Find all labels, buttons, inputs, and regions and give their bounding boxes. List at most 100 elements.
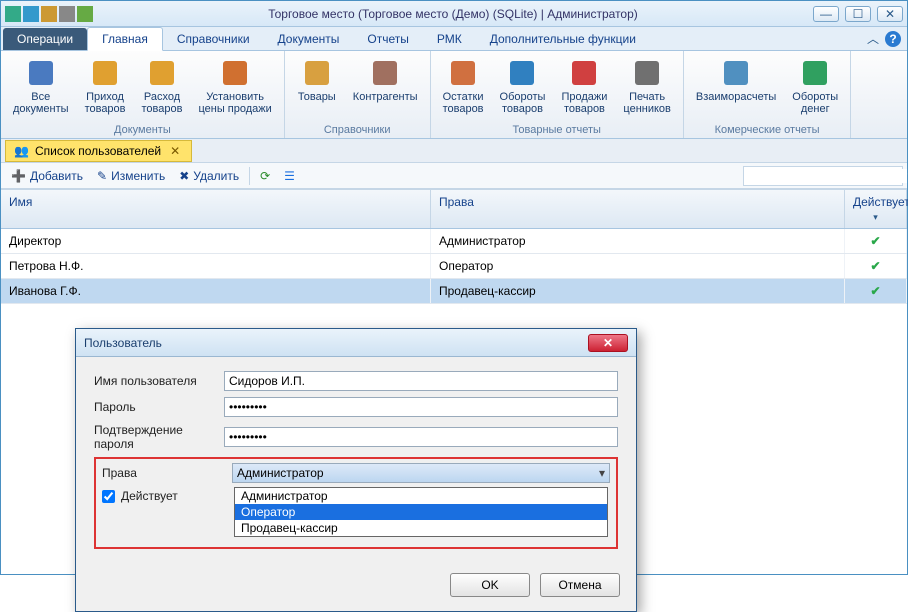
dialog-titlebar: Пользователь ✕ bbox=[76, 329, 636, 357]
help-icon[interactable]: ? bbox=[885, 31, 901, 47]
add-label: Добавить bbox=[30, 169, 83, 183]
refresh-button[interactable]: ⟳ bbox=[254, 167, 276, 185]
ribbon-rests[interactable]: Остаткитоваров bbox=[437, 55, 490, 123]
app-icon-5[interactable] bbox=[77, 6, 93, 22]
ribbon-all-docs[interactable]: Вседокументы bbox=[7, 55, 75, 123]
cell-name: Иванова Г.Ф. bbox=[1, 279, 431, 303]
rights-option[interactable]: Продавец-кассир bbox=[235, 520, 607, 536]
ribbon-outcome[interactable]: Расходтоваров bbox=[136, 55, 189, 123]
ribbon-income[interactable]: Приходтоваров bbox=[79, 55, 132, 123]
rights-combobox[interactable]: Администратор bbox=[232, 463, 610, 483]
cell-rights: Оператор bbox=[431, 254, 845, 278]
ribbon-settlements[interactable]: Взаиморасчеты bbox=[690, 55, 782, 123]
price-print-icon bbox=[631, 57, 663, 89]
ribbon-label: Товары bbox=[298, 91, 336, 103]
app-icon-3[interactable] bbox=[41, 6, 57, 22]
menu-tab-main[interactable]: Главная bbox=[87, 27, 163, 51]
ribbon-label: Оборотыденег bbox=[792, 91, 838, 115]
menu-operations[interactable]: Операции bbox=[3, 28, 87, 50]
label-username: Имя пользователя bbox=[94, 374, 224, 388]
list-icon: ☰ bbox=[284, 169, 295, 183]
ribbon-sales[interactable]: Продажитоваров bbox=[555, 55, 613, 123]
search-input[interactable] bbox=[744, 169, 907, 183]
ribbon-group: Взаиморасчеты Оборотыденег Комерческие отч… bbox=[684, 51, 851, 138]
col-name[interactable]: Имя bbox=[1, 190, 431, 228]
ribbon-goods[interactable]: Товары bbox=[291, 55, 343, 123]
password-field[interactable]: ••••••••• bbox=[224, 397, 618, 417]
username-field[interactable]: Сидоров И.П. bbox=[224, 371, 618, 391]
close-window-button[interactable]: ✕ bbox=[877, 6, 903, 22]
delete-button[interactable]: ✖ Удалить bbox=[173, 167, 245, 185]
dialog-close-button[interactable]: ✕ bbox=[588, 334, 628, 352]
cancel-button[interactable]: Отмена bbox=[540, 573, 620, 597]
ribbon-price-print[interactable]: Печатьценников bbox=[617, 55, 677, 123]
edit-icon: ✎ bbox=[97, 169, 107, 183]
table-row[interactable]: ДиректорАдминистратор ✔ bbox=[1, 229, 907, 254]
close-tab-icon[interactable]: ✕ bbox=[167, 144, 183, 158]
rights-dropdown[interactable]: АдминистраторОператорПродавец-кассир bbox=[234, 487, 608, 537]
search-box[interactable]: 🔍 bbox=[743, 166, 903, 186]
active-checkbox[interactable] bbox=[102, 490, 115, 503]
all-docs-icon bbox=[25, 57, 57, 89]
cell-active: ✔ bbox=[845, 229, 907, 253]
app-icon-1[interactable] bbox=[5, 6, 21, 22]
ribbon-money-turn[interactable]: Оборотыденег bbox=[786, 55, 844, 123]
menu-tab-extra[interactable]: Дополнительные функции bbox=[476, 28, 650, 50]
rights-option[interactable]: Администратор bbox=[235, 488, 607, 504]
ribbon-label: Остаткитоваров bbox=[443, 91, 484, 115]
menu-tab-refs[interactable]: Справочники bbox=[163, 28, 264, 50]
check-icon: ✔ bbox=[870, 234, 880, 248]
username-value: Сидоров И.П. bbox=[229, 374, 305, 388]
check-icon: ✔ bbox=[870, 259, 880, 273]
ribbon-label: Контрагенты bbox=[353, 91, 418, 103]
user-dialog: Пользователь ✕ Имя пользователя Сидоров … bbox=[75, 328, 637, 612]
app-icon-2[interactable] bbox=[23, 6, 39, 22]
ribbon-group: ВседокументыПриходтоваров Расходтоваров Ус… bbox=[1, 51, 285, 138]
rests-icon bbox=[447, 57, 479, 89]
cell-name: Петрова Н.Ф. bbox=[1, 254, 431, 278]
rights-option[interactable]: Оператор bbox=[235, 504, 607, 520]
cell-name: Директор bbox=[1, 229, 431, 253]
ribbon-set-prices[interactable]: Установитьцены продажи bbox=[192, 55, 277, 123]
menu-tab-reports[interactable]: Отчеты bbox=[353, 28, 422, 50]
grid-header: Имя Права Действует bbox=[1, 190, 907, 229]
highlight-box: Права Администратор Действует Администра… bbox=[94, 457, 618, 549]
check-icon: ✔ bbox=[870, 284, 880, 298]
income-icon bbox=[89, 57, 121, 89]
ribbon-contragents[interactable]: Контрагенты bbox=[347, 55, 424, 123]
confirm-field[interactable]: ••••••••• bbox=[224, 427, 618, 447]
ribbon-label: Расходтоваров bbox=[142, 91, 183, 115]
window-title: Торговое место (Торговое место (Демо) (S… bbox=[93, 7, 813, 21]
collapse-ribbon-icon[interactable]: ︿ bbox=[867, 30, 879, 47]
add-button[interactable]: ➕Добавить bbox=[5, 167, 89, 185]
ribbon-group: ТоварыКонтрагентыСправочники bbox=[285, 51, 431, 138]
table-row[interactable]: Петрова Н.Ф.Оператор ✔ bbox=[1, 254, 907, 279]
cell-rights: Продавец-кассир bbox=[431, 279, 845, 303]
cell-rights: Администратор bbox=[431, 229, 845, 253]
minimize-button[interactable]: — bbox=[813, 6, 839, 22]
edit-button[interactable]: ✎ Изменить bbox=[91, 167, 171, 185]
app-icon-4[interactable] bbox=[59, 6, 75, 22]
ribbon-turnover[interactable]: Оборотытоваров bbox=[494, 55, 552, 123]
document-tab-strip: 👥 Список пользователей ✕ bbox=[1, 139, 907, 163]
table-row[interactable]: Иванова Г.Ф.Продавец-кассир ✔ bbox=[1, 279, 907, 304]
ok-button[interactable]: OK bbox=[450, 573, 530, 597]
goods-icon bbox=[301, 57, 333, 89]
delete-label: Удалить bbox=[193, 169, 239, 183]
delete-icon: ✖ bbox=[179, 169, 189, 183]
label-rights: Права bbox=[102, 466, 232, 480]
menu-tabs: Операции Главная Справочники Документы О… bbox=[1, 27, 907, 51]
ribbon-group-name: Документы bbox=[7, 123, 278, 136]
col-active[interactable]: Действует bbox=[845, 190, 907, 228]
rights-value: Администратор bbox=[237, 466, 324, 480]
menu-tab-docs[interactable]: Документы bbox=[264, 28, 354, 50]
edit-label: Изменить bbox=[111, 169, 165, 183]
col-rights[interactable]: Права bbox=[431, 190, 845, 228]
list-button[interactable]: ☰ bbox=[278, 167, 301, 185]
ribbon-group-name: Комерческие отчеты bbox=[690, 123, 844, 136]
maximize-button[interactable]: ☐ bbox=[845, 6, 871, 22]
document-tab-users[interactable]: 👥 Список пользователей ✕ bbox=[5, 140, 192, 162]
menu-tab-rmk[interactable]: РМК bbox=[423, 28, 476, 50]
cell-active: ✔ bbox=[845, 254, 907, 278]
money-turn-icon bbox=[799, 57, 831, 89]
